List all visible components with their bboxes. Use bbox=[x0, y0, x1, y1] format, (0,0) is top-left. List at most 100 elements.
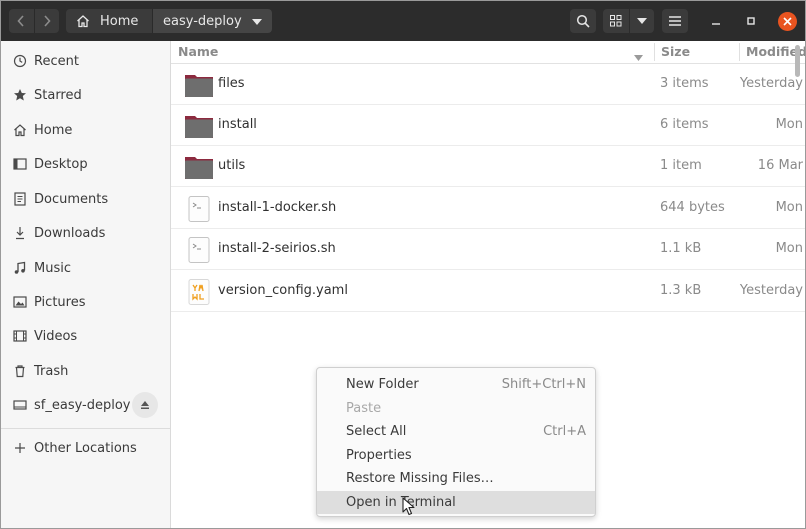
file-row-install-1-docker[interactable]: install-1-docker.sh 644 bytes Mon bbox=[171, 188, 805, 229]
menu-item-select-all[interactable]: Select All Ctrl+A bbox=[317, 420, 595, 444]
star-icon bbox=[12, 87, 28, 103]
view-options-chevron-icon bbox=[637, 18, 647, 24]
forward-button[interactable] bbox=[33, 9, 60, 33]
minimize-icon bbox=[712, 23, 720, 25]
sidebar-item-sf-easy-deploy[interactable]: sf_easy-deploy bbox=[1, 389, 170, 421]
eject-icon bbox=[141, 401, 149, 409]
grid-view-icon bbox=[610, 15, 622, 27]
folder-icon bbox=[184, 112, 214, 140]
sidebar-item-label: Starred bbox=[34, 87, 82, 103]
file-name: utils bbox=[218, 158, 246, 173]
sidebar-item-label: Music bbox=[34, 260, 71, 276]
hamburger-menu-icon bbox=[669, 16, 681, 26]
eject-button[interactable] bbox=[132, 392, 158, 418]
breadcrumb-current[interactable]: easy-deploy bbox=[152, 9, 272, 33]
sidebar-item-documents[interactable]: Documents bbox=[1, 183, 170, 215]
download-icon bbox=[12, 225, 28, 241]
menu-item-restore-missing-files[interactable]: Restore Missing Files… bbox=[317, 467, 595, 491]
sidebar-item-recent[interactable]: Recent bbox=[1, 45, 170, 77]
sidebar-item-label: Recent bbox=[34, 53, 79, 69]
file-row-utils[interactable]: utils 1 item 16 Mar bbox=[171, 146, 805, 187]
breadcrumb: Home easy-deploy bbox=[66, 9, 272, 33]
menu-item-properties[interactable]: Properties bbox=[317, 444, 595, 468]
home-icon bbox=[76, 14, 90, 28]
breadcrumb-home-label: Home bbox=[100, 13, 139, 29]
chevron-right-icon bbox=[44, 15, 51, 27]
sidebar-item-home[interactable]: Home bbox=[1, 114, 170, 146]
navigation-buttons bbox=[9, 9, 59, 33]
menu-item-label: Open in Terminal bbox=[346, 494, 456, 510]
sidebar-item-music[interactable]: Music bbox=[1, 252, 170, 284]
file-row-files[interactable]: files 3 items Yesterday bbox=[171, 64, 805, 105]
file-size: 1 item bbox=[660, 158, 702, 173]
file-size: 6 items bbox=[660, 117, 709, 132]
main-menu-button[interactable] bbox=[662, 9, 688, 33]
sidebar-item-label: Desktop bbox=[34, 156, 88, 172]
file-name: install-2-seirios.sh bbox=[218, 241, 336, 256]
document-icon bbox=[12, 191, 28, 207]
file-row-version-config[interactable]: version_config.yaml 1.3 kB Yesterday bbox=[171, 271, 805, 312]
sidebar-item-label: Videos bbox=[34, 328, 78, 344]
script-file-icon bbox=[184, 195, 214, 223]
file-row-install-2-seirios[interactable]: install-2-seirios.sh 1.1 kB Mon bbox=[171, 229, 805, 270]
sidebar-item-label: Documents bbox=[34, 191, 109, 207]
file-name: version_config.yaml bbox=[218, 283, 348, 298]
plus-icon bbox=[12, 440, 28, 456]
drive-icon bbox=[12, 397, 28, 413]
back-button[interactable] bbox=[9, 9, 34, 33]
yaml-file-icon bbox=[184, 278, 214, 306]
file-name: install-1-docker.sh bbox=[218, 200, 337, 215]
maximize-button[interactable] bbox=[742, 12, 760, 30]
sidebar-item-desktop[interactable]: Desktop bbox=[1, 148, 170, 180]
menu-item-new-folder[interactable]: New Folder Shift+Ctrl+N bbox=[317, 373, 595, 397]
menu-item-label: New Folder bbox=[346, 377, 419, 393]
column-header-name[interactable]: Name bbox=[178, 44, 218, 59]
clock-icon bbox=[12, 53, 28, 69]
sidebar-item-label: Trash bbox=[34, 363, 69, 379]
sidebar-item-label: Downloads bbox=[34, 225, 106, 241]
breadcrumb-current-label: easy-deploy bbox=[163, 13, 242, 29]
menu-item-shortcut: Shift+Ctrl+N bbox=[501, 377, 586, 393]
file-modified: Mon bbox=[775, 241, 803, 256]
sidebar-item-pictures[interactable]: Pictures bbox=[1, 286, 170, 318]
sidebar-item-downloads[interactable]: Downloads bbox=[1, 217, 170, 249]
search-button[interactable] bbox=[570, 9, 596, 33]
sidebar-item-label: sf_easy-deploy bbox=[34, 397, 131, 413]
sidebar-item-label: Other Locations bbox=[34, 440, 137, 456]
column-divider bbox=[739, 43, 740, 61]
video-icon bbox=[12, 328, 28, 344]
music-icon bbox=[12, 260, 28, 276]
sidebar-item-other-locations[interactable]: Other Locations bbox=[1, 432, 170, 464]
menu-item-paste[interactable]: Paste bbox=[317, 397, 595, 421]
menu-item-open-in-terminal[interactable]: Open in Terminal bbox=[317, 490, 595, 514]
menu-item-label: Paste bbox=[346, 400, 382, 416]
sidebar-item-starred[interactable]: Starred bbox=[1, 79, 170, 111]
file-row-install[interactable]: install 6 items Mon bbox=[171, 105, 805, 146]
file-modified: 16 Mar bbox=[757, 158, 803, 173]
sidebar-item-trash[interactable]: Trash bbox=[1, 355, 170, 387]
picture-icon bbox=[12, 294, 28, 310]
sidebar-item-videos[interactable]: Videos bbox=[1, 320, 170, 352]
home-icon bbox=[12, 122, 28, 138]
scrollbar[interactable] bbox=[795, 45, 800, 77]
sort-indicator-icon bbox=[634, 49, 643, 64]
column-header-size[interactable]: Size bbox=[661, 44, 690, 59]
sidebar-item-label: Pictures bbox=[34, 294, 86, 310]
sidebar: Recent Starred Home Desktop Documents Do… bbox=[1, 41, 171, 528]
close-button[interactable] bbox=[778, 12, 797, 31]
view-toggle-button[interactable] bbox=[603, 9, 629, 33]
menu-item-label: Properties bbox=[346, 447, 412, 463]
view-options-button[interactable] bbox=[630, 9, 654, 33]
file-size: 1.3 kB bbox=[660, 283, 702, 298]
file-modified: Mon bbox=[775, 200, 803, 215]
desktop-icon bbox=[12, 156, 28, 172]
file-modified: Yesterday bbox=[739, 283, 803, 298]
file-size: 1.1 kB bbox=[660, 241, 702, 256]
script-file-icon bbox=[184, 236, 214, 264]
file-modified: Mon bbox=[775, 117, 803, 132]
search-icon bbox=[576, 14, 590, 28]
header-bar: Home easy-deploy bbox=[1, 1, 805, 41]
minimize-button[interactable] bbox=[707, 12, 725, 30]
trash-icon bbox=[12, 363, 28, 379]
breadcrumb-home[interactable]: Home bbox=[66, 9, 152, 33]
